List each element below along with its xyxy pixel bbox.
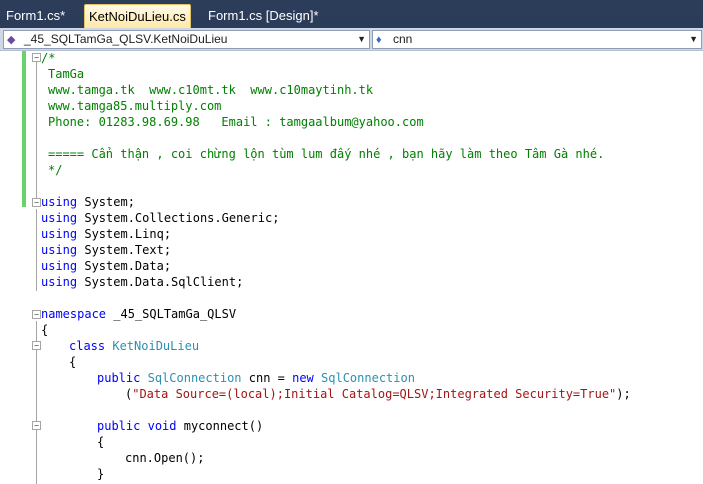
namespace-name: _45_SQLTamGa_QLSV — [106, 307, 237, 321]
type-dropdown[interactable]: ◆ _45_SQLTamGa_QLSV.KetNoiDuLieu ▼ — [3, 30, 370, 49]
paren: ); — [616, 387, 631, 401]
indicator-margin — [0, 51, 22, 484]
keyword: public — [97, 371, 141, 385]
field-icon: ♦ — [376, 34, 382, 46]
type-name: SqlConnection — [147, 371, 242, 385]
code-line: TamGa — [48, 67, 85, 81]
code-line: */ — [48, 163, 63, 177]
keyword: using — [41, 195, 78, 209]
keyword: using — [41, 243, 78, 257]
code-line: using System; — [41, 194, 135, 210]
code-line: Phone: 01283.98.69.98 Email : tamgaalbum… — [48, 115, 424, 129]
code-editor[interactable]: − − − − − /* TamGa www.tamga.tk www.c10m… — [0, 51, 703, 484]
code-line: ("Data Source=(local);Initial Catalog=QL… — [125, 386, 631, 402]
code-line: public void myconnect() — [97, 418, 263, 434]
code-line: /* — [41, 51, 56, 65]
collapse-toggle-icon[interactable]: − — [32, 53, 41, 62]
code-line: } — [97, 467, 105, 481]
chevron-down-icon[interactable]: ▼ — [357, 31, 366, 48]
code-line: cnn.Open(); — [125, 451, 205, 465]
code-line: { — [41, 323, 49, 337]
collapse-toggle-icon[interactable]: − — [32, 310, 41, 319]
method-name: myconnect() — [176, 419, 264, 433]
outline-guide — [36, 209, 37, 291]
keyword: using — [41, 275, 78, 289]
outline-guide — [36, 61, 37, 207]
code-line: www.tamga.tk www.c10mt.tk www.c10maytinh… — [48, 83, 374, 97]
namespace-ref: System.Data.SqlClient; — [77, 275, 244, 289]
code-line: using System.Text; — [41, 242, 171, 258]
keyword: namespace — [41, 307, 107, 321]
type-dropdown-value: _45_SQLTamGa_QLSV.KetNoiDuLieu — [24, 32, 228, 46]
code-line: using System.Collections.Generic; — [41, 210, 279, 226]
namespace-ref: System; — [77, 195, 135, 209]
collapse-toggle-icon[interactable]: − — [32, 421, 41, 430]
code-line: www.tamga85.multiply.com — [48, 99, 222, 113]
keyword: using — [41, 259, 78, 273]
document-tab-strip: Form1.cs* KetNoiDuLieu.cs Form1.cs [Desi… — [0, 0, 703, 29]
identifier: cnn = — [241, 371, 293, 385]
code-line: class KetNoiDuLieu — [69, 338, 199, 354]
namespace-ref: System.Collections.Generic; — [77, 211, 280, 225]
tab-form1-cs[interactable]: Form1.cs* — [2, 5, 69, 26]
type-name: SqlConnection — [321, 371, 415, 385]
namespace-ref: System.Linq; — [77, 227, 172, 241]
outline-guide — [36, 421, 37, 484]
code-line: { — [97, 435, 105, 449]
member-dropdown-value: cnn — [393, 32, 413, 46]
code-line: namespace _45_SQLTamGa_QLSV — [41, 306, 236, 322]
class-name: KetNoiDuLieu — [112, 339, 200, 353]
change-indicator-bar — [22, 51, 26, 207]
keyword: new — [292, 371, 314, 385]
code-line: { — [69, 355, 77, 369]
tab-ketnoidulieu-cs[interactable]: KetNoiDuLieu.cs — [84, 4, 191, 29]
tab-form1-design[interactable]: Form1.cs [Design]* — [204, 5, 323, 26]
keyword: public — [97, 419, 141, 433]
keyword: using — [41, 227, 78, 241]
code-line: public SqlConnection cnn = new SqlConnec… — [97, 370, 415, 386]
code-line: using System.Linq; — [41, 226, 171, 242]
navigation-bar: ◆ _45_SQLTamGa_QLSV.KetNoiDuLieu ▼ ♦ cnn ▼ — [0, 28, 703, 51]
member-dropdown[interactable]: ♦ cnn ▼ — [372, 30, 702, 49]
collapse-toggle-icon[interactable]: − — [32, 341, 41, 350]
string-literal: "Data Source=(local);Initial Catalog=QLS… — [132, 387, 617, 401]
keyword: void — [147, 419, 177, 433]
code-line: using System.Data; — [41, 258, 171, 274]
chevron-down-icon[interactable]: ▼ — [689, 31, 698, 48]
code-line: ===== Cẩn thận , coi chừng lộn tùm lum đ… — [48, 147, 605, 161]
class-icon: ◆ — [7, 34, 16, 46]
namespace-ref: System.Text; — [77, 243, 172, 257]
namespace-ref: System.Data; — [77, 259, 172, 273]
code-line: using System.Data.SqlClient; — [41, 274, 243, 290]
collapse-toggle-icon[interactable]: − — [32, 198, 41, 207]
keyword: class — [69, 339, 106, 353]
keyword: using — [41, 211, 78, 225]
